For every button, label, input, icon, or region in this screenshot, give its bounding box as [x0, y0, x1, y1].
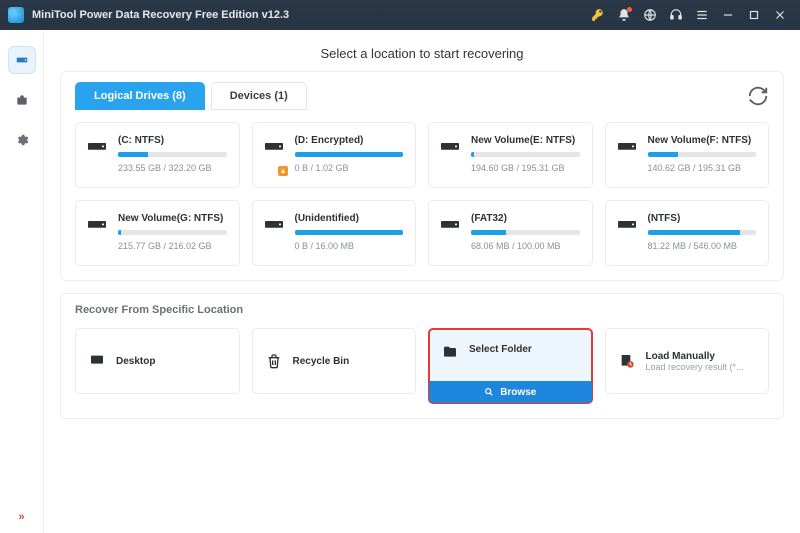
location-grid: Desktop Recycle Bin Select Folder Br — [75, 328, 769, 404]
page-headline: Select a location to start recovering — [44, 30, 800, 71]
location-recycle-bin[interactable]: Recycle Bin — [252, 328, 417, 394]
tab-devices[interactable]: Devices (1) — [211, 82, 307, 110]
app-title: MiniTool Power Data Recovery Free Editio… — [32, 9, 289, 21]
location-desktop[interactable]: Desktop — [75, 328, 240, 394]
menu-icon[interactable] — [690, 3, 714, 27]
drive-title: (D: Encrypted) — [295, 135, 404, 146]
section-title: Recover From Specific Location — [75, 304, 769, 316]
drive-card[interactable]: (D: Encrypted) 0 B / 1.02 GB — [252, 122, 417, 188]
drive-card[interactable]: New Volume(E: NTFS) 194.60 GB / 195.31 GB — [428, 122, 593, 188]
drive-card[interactable]: New Volume(F: NTFS) 140.62 GB / 195.31 GB — [605, 122, 770, 188]
sidebar-toolbox[interactable] — [8, 86, 36, 114]
usage-bar — [118, 230, 227, 235]
support-headset-icon[interactable] — [664, 3, 688, 27]
app-logo-icon — [8, 7, 24, 23]
folder-icon — [441, 344, 459, 360]
globe-icon[interactable] — [638, 3, 662, 27]
usage-bar — [471, 230, 580, 235]
recycle-bin-icon — [265, 353, 283, 369]
usage-bar — [648, 230, 757, 235]
drive-card[interactable]: (C: NTFS) 233.55 GB / 323.20 GB — [75, 122, 240, 188]
drive-icon — [88, 213, 108, 251]
titlebar: MiniTool Power Data Recovery Free Editio… — [0, 0, 800, 30]
usage-bar — [118, 152, 227, 157]
drive-card[interactable]: New Volume(G: NTFS) 215.77 GB / 216.02 GB — [75, 200, 240, 266]
drive-card[interactable]: (FAT32) 68.06 MB / 100.00 MB — [428, 200, 593, 266]
drive-usage: 0 B / 16.00 MB — [295, 241, 404, 251]
drive-usage: 0 B / 1.02 GB — [295, 163, 404, 173]
drive-usage: 233.55 GB / 323.20 GB — [118, 163, 227, 173]
sidebar-recover-drives[interactable] — [8, 46, 36, 74]
location-recycle-label: Recycle Bin — [293, 356, 350, 367]
minimize-button[interactable] — [716, 3, 740, 27]
drive-grid: (C: NTFS) 233.55 GB / 323.20 GB (D: Encryp… — [75, 122, 769, 266]
drive-usage: 140.62 GB / 195.31 GB — [648, 163, 757, 173]
location-load-label: Load Manually — [646, 351, 744, 362]
drive-title: (FAT32) — [471, 213, 580, 224]
drive-icon — [441, 135, 461, 173]
refresh-button[interactable] — [747, 85, 769, 107]
sidebar-expand-toggle[interactable]: » — [18, 511, 24, 523]
drive-usage: 194.60 GB / 195.31 GB — [471, 163, 580, 173]
drive-icon — [618, 135, 638, 173]
drive-title: (C: NTFS) — [118, 135, 227, 146]
main: Select a location to start recovering Lo… — [44, 30, 800, 533]
load-manually-icon — [618, 353, 636, 369]
maximize-button[interactable] — [742, 3, 766, 27]
drive-title: (NTFS) — [648, 213, 757, 224]
usage-bar — [471, 152, 580, 157]
tab-logical-drives[interactable]: Logical Drives (8) — [75, 82, 205, 110]
drive-icon — [88, 135, 108, 173]
location-select-folder[interactable]: Select Folder Browse — [428, 328, 593, 404]
tab-row: Logical Drives (8) Devices (1) — [75, 82, 769, 110]
close-button[interactable] — [768, 3, 792, 27]
notification-dot-icon — [627, 7, 632, 12]
drive-title: New Volume(F: NTFS) — [648, 135, 757, 146]
usage-bar — [648, 152, 757, 157]
drive-icon — [618, 213, 638, 251]
drive-card[interactable]: (NTFS) 81.22 MB / 546.00 MB — [605, 200, 770, 266]
drive-usage: 215.77 GB / 216.02 GB — [118, 241, 227, 251]
location-desktop-label: Desktop — [116, 356, 155, 367]
drive-card[interactable]: (Unidentified) 0 B / 16.00 MB — [252, 200, 417, 266]
location-select-label: Select Folder — [469, 344, 532, 355]
lock-badge-icon — [278, 166, 288, 176]
sidebar: » — [0, 30, 44, 533]
drive-title: New Volume(G: NTFS) — [118, 213, 227, 224]
browse-label: Browse — [500, 387, 536, 398]
sidebar-settings[interactable] — [8, 126, 36, 154]
drive-title: (Unidentified) — [295, 213, 404, 224]
specific-location-panel: Recover From Specific Location Desktop R… — [60, 293, 784, 419]
usage-bar — [295, 230, 404, 235]
drive-title: New Volume(E: NTFS) — [471, 135, 580, 146]
location-load-manually[interactable]: Load Manually Load recovery result (*... — [605, 328, 770, 394]
usage-bar — [295, 152, 404, 157]
drive-icon — [265, 213, 285, 251]
drive-usage: 81.22 MB / 546.00 MB — [648, 241, 757, 251]
upgrade-key-icon[interactable] — [586, 3, 610, 27]
drive-usage: 68.06 MB / 100.00 MB — [471, 241, 580, 251]
drives-panel: Logical Drives (8) Devices (1) (C: NTFS)… — [60, 71, 784, 281]
drive-icon — [441, 213, 461, 251]
location-load-sub: Load recovery result (*... — [646, 362, 744, 372]
browse-button[interactable]: Browse — [429, 381, 592, 403]
drive-icon — [265, 135, 285, 173]
notifications-icon[interactable] — [612, 3, 636, 27]
desktop-icon — [88, 353, 106, 369]
